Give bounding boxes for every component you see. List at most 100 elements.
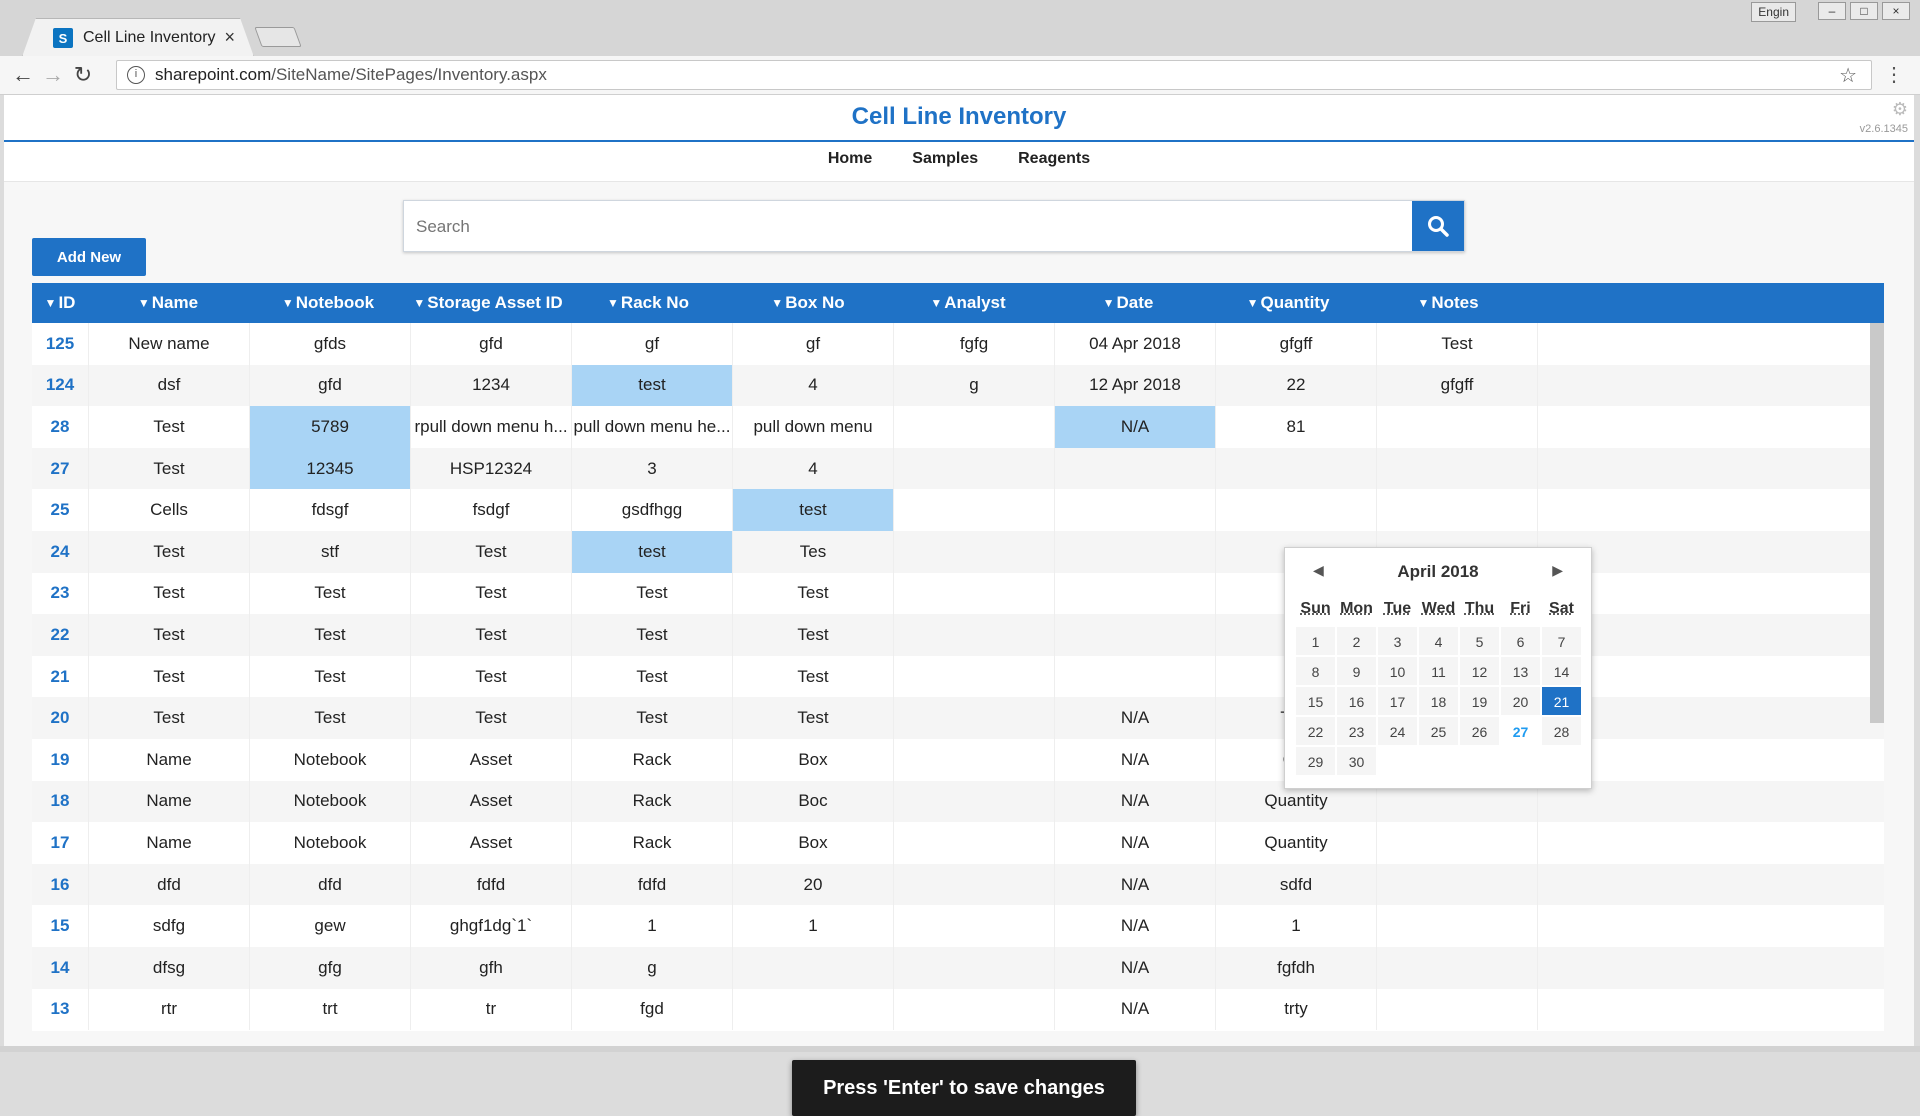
grid-cell[interactable] <box>894 572 1055 615</box>
grid-cell[interactable]: pull down menu <box>733 406 894 448</box>
grid-cell[interactable]: 1 <box>733 905 894 947</box>
filter-icon[interactable]: ▼ <box>45 296 57 310</box>
browser-tab[interactable]: S Cell Line Inventory × <box>22 18 254 57</box>
calendar-day[interactable]: 14 <box>1541 656 1582 686</box>
table-row[interactable]: 22TestTestTestTestTestt <box>32 614 1884 656</box>
calendar-day[interactable]: 16 <box>1336 686 1377 716</box>
grid-cell[interactable]: 04 Apr 2018 <box>1055 323 1216 365</box>
column-header[interactable]: ▼ Storage Asset ID <box>408 283 568 323</box>
grid-cell[interactable] <box>1377 489 1538 531</box>
filter-icon[interactable]: ▼ <box>413 296 425 310</box>
column-header[interactable]: ▼ Notebook <box>248 283 408 323</box>
grid-cell[interactable]: fdfd <box>411 863 572 906</box>
table-row[interactable]: 27 Test 12345 HSP12324 3 4 <box>32 447 1884 490</box>
calendar-day[interactable]: 17 <box>1377 686 1418 716</box>
calendar-day[interactable]: 23 <box>1336 716 1377 746</box>
filter-icon[interactable]: ▼ <box>282 296 294 310</box>
minimize-button[interactable]: – <box>1818 2 1846 20</box>
grid-cell[interactable]: Notebook <box>250 738 411 781</box>
grid-cell[interactable]: stf <box>250 530 411 573</box>
grid-cell[interactable]: Tes <box>733 530 894 573</box>
grid-cell[interactable] <box>1055 489 1216 531</box>
grid-cell[interactable]: Test <box>89 447 250 490</box>
grid-cell[interactable]: HSP12324 <box>411 447 572 490</box>
grid-cell[interactable] <box>894 614 1055 656</box>
grid-cell[interactable]: test <box>572 364 733 407</box>
grid-cell[interactable]: Name <box>89 822 250 864</box>
grid-cell[interactable]: Test <box>250 572 411 615</box>
grid-cell[interactable]: Test <box>572 572 733 615</box>
grid-cell[interactable]: Test <box>89 614 250 656</box>
grid-cell[interactable]: Test <box>572 697 733 739</box>
grid-cell[interactable]: rtr <box>89 988 250 1031</box>
filter-icon[interactable]: ▼ <box>607 296 619 310</box>
grid-cell[interactable] <box>1377 447 1538 490</box>
grid-cell[interactable]: N/A <box>1055 406 1216 448</box>
grid-cell[interactable]: gf <box>572 323 733 365</box>
grid-cell[interactable]: trty <box>1216 988 1377 1031</box>
column-header[interactable]: ▼ Date <box>1048 283 1208 323</box>
grid-cell[interactable]: Test <box>89 530 250 573</box>
calendar-day[interactable]: 5 <box>1459 626 1500 656</box>
grid-cell[interactable]: fdfd <box>572 863 733 906</box>
grid-cell[interactable]: dfsg <box>89 946 250 989</box>
table-row[interactable]: 20TestTestTestTestTestN/ATest <box>32 697 1884 739</box>
grid-cell[interactable]: fgfdh <box>1216 946 1377 989</box>
table-row[interactable]: 17 Name Notebook Asset Rack Box N/A Quantity <box>32 822 1884 864</box>
id-link[interactable]: 21 <box>32 655 89 698</box>
filter-icon[interactable]: ▼ <box>1247 296 1259 310</box>
filter-icon[interactable]: ▼ <box>930 296 942 310</box>
grid-cell[interactable]: 20 <box>733 863 894 906</box>
id-link[interactable]: 24 <box>32 530 89 573</box>
filter-icon[interactable]: ▼ <box>771 296 783 310</box>
tab-close-icon[interactable]: × <box>224 27 235 48</box>
grid-cell[interactable]: N/A <box>1055 697 1216 739</box>
grid-cell[interactable]: test <box>572 530 733 573</box>
grid-cell[interactable]: Test <box>733 614 894 656</box>
calendar-day[interactable]: 21 <box>1541 686 1582 716</box>
nav-reagents[interactable]: Reagents <box>1018 150 1090 168</box>
grid-cell[interactable]: fgfg <box>894 323 1055 365</box>
table-row[interactable]: 25 Cells fdsgf fsdgf gsdfhgg test <box>32 489 1884 531</box>
table-row[interactable]: 14 dfsg gfg gfh g N/A fgfdh <box>32 946 1884 989</box>
grid-cell[interactable]: Test <box>89 697 250 739</box>
column-header[interactable]: ▼ Analyst <box>888 283 1048 323</box>
calendar-day[interactable]: 28 <box>1541 716 1582 746</box>
filter-icon[interactable]: ▼ <box>138 296 150 310</box>
grid-cell[interactable]: Test <box>250 655 411 698</box>
grid-cell[interactable]: Rack <box>572 822 733 864</box>
grid-cell[interactable] <box>1055 572 1216 615</box>
bookmark-star-icon[interactable]: ☆ <box>1839 63 1857 88</box>
grid-cell[interactable]: Test <box>733 572 894 615</box>
calendar-day[interactable]: 20 <box>1500 686 1541 716</box>
grid-cell[interactable]: dsf <box>89 364 250 407</box>
grid-cell[interactable]: Notebook <box>250 780 411 823</box>
id-link[interactable]: 28 <box>32 406 89 448</box>
grid-cell[interactable] <box>1377 946 1538 989</box>
grid-cell[interactable]: tr <box>411 988 572 1031</box>
new-tab-button[interactable] <box>254 27 302 47</box>
column-header[interactable]: ▼ Notes <box>1368 283 1528 323</box>
calendar-day[interactable]: 12 <box>1459 656 1500 686</box>
next-month-icon[interactable]: ▶ <box>1552 562 1563 579</box>
grid-cell[interactable]: Asset <box>411 822 572 864</box>
search-button[interactable] <box>1412 201 1464 251</box>
grid-cell[interactable]: 12 Apr 2018 <box>1055 364 1216 407</box>
calendar-day[interactable]: 2 <box>1336 626 1377 656</box>
grid-cell[interactable] <box>1216 447 1377 490</box>
calendar-day[interactable]: 22 <box>1295 716 1336 746</box>
grid-cell[interactable]: N/A <box>1055 738 1216 781</box>
grid-cell[interactable]: Test <box>411 530 572 573</box>
grid-cell[interactable] <box>733 988 894 1031</box>
grid-cell[interactable]: fsdgf <box>411 489 572 531</box>
grid-cell[interactable]: Test <box>572 655 733 698</box>
grid-cell[interactable]: Test <box>411 655 572 698</box>
search-input[interactable] <box>414 201 1418 253</box>
table-row[interactable]: 15 sdfg gew ghgf1dg`1` 1 1 N/A 1 <box>32 905 1884 947</box>
grid-cell[interactable]: 3 <box>572 447 733 490</box>
grid-cell[interactable]: gfd <box>250 364 411 407</box>
grid-cell[interactable] <box>894 780 1055 823</box>
address-bar[interactable]: i sharepoint.com/SiteName/SitePages/Inve… <box>116 60 1872 90</box>
table-row[interactable]: 16 dfd dfd fdfd fdfd 20 N/A sdfd <box>32 863 1884 906</box>
maximize-button[interactable]: □ <box>1850 2 1878 20</box>
